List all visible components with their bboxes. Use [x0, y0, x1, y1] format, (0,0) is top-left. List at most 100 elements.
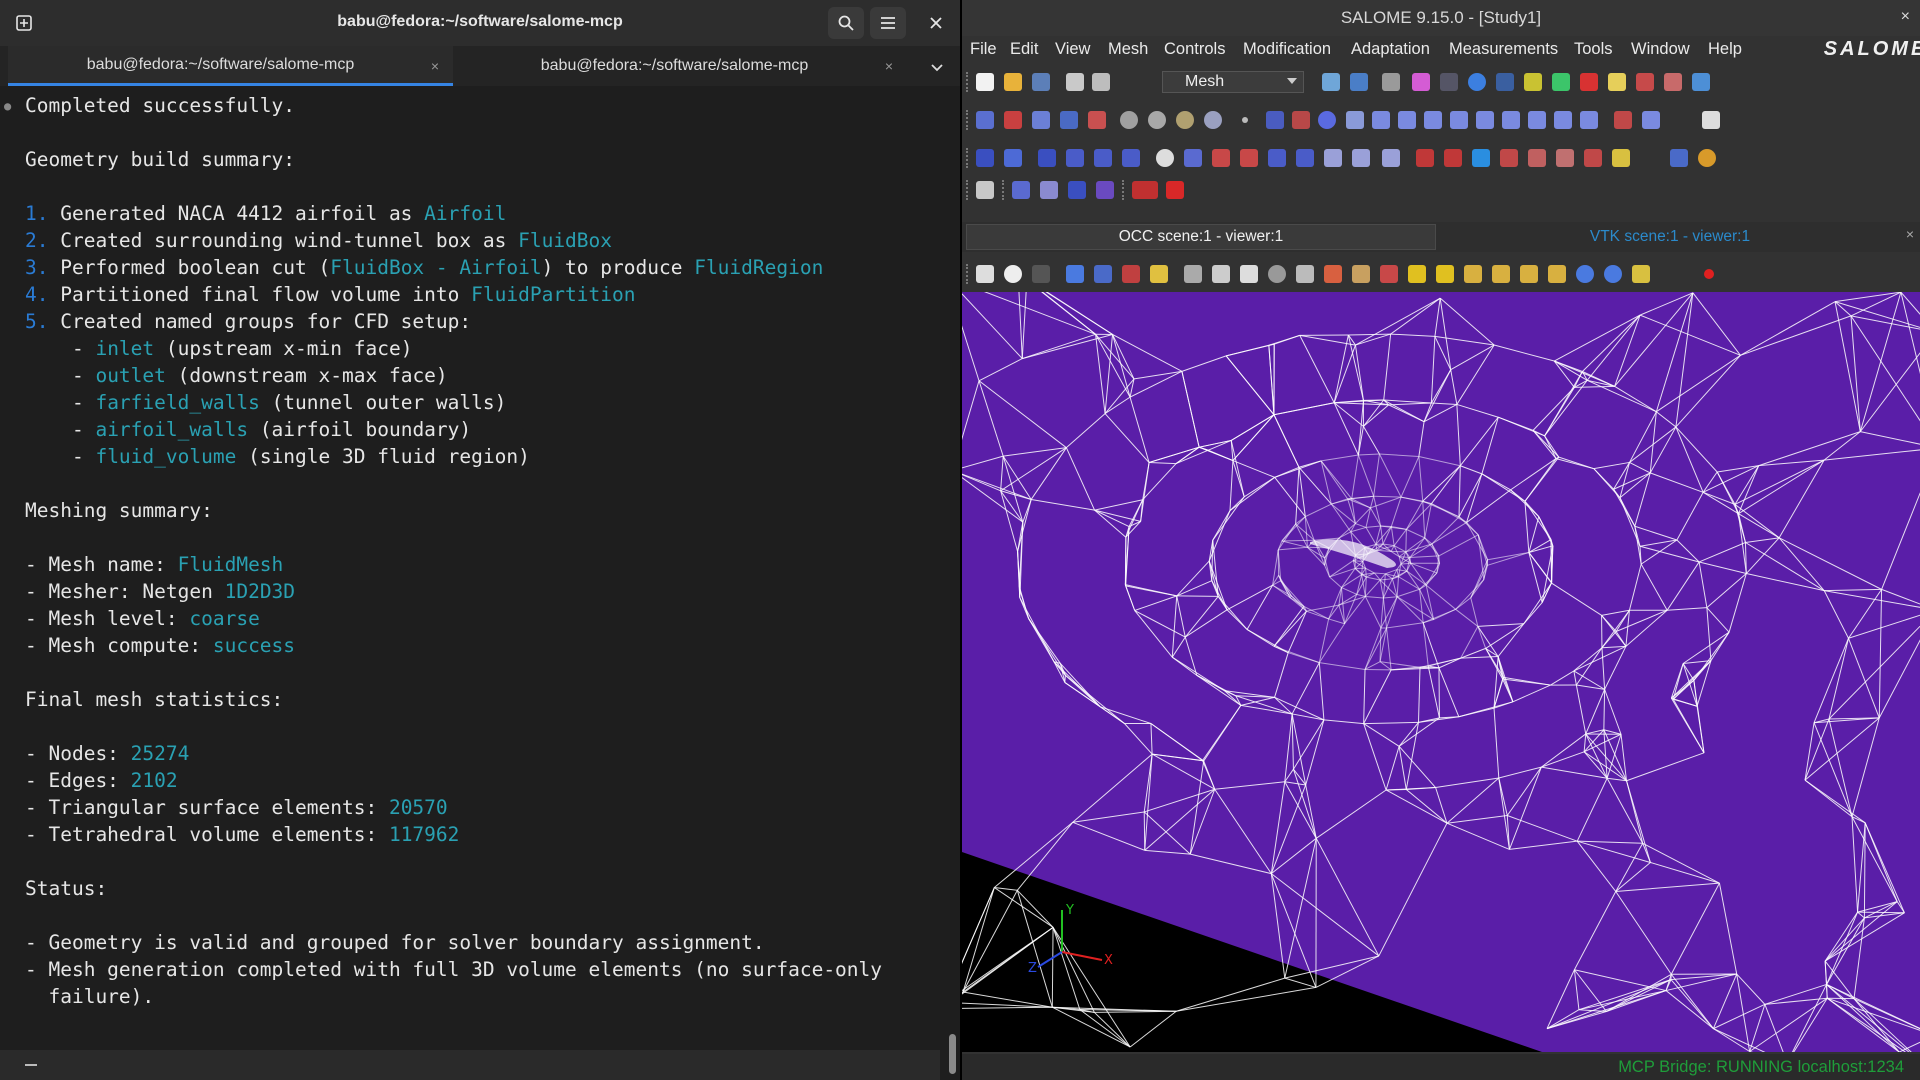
tool-pink-icon[interactable]	[1664, 73, 1682, 91]
terminal-scrollbar-thumb[interactable]	[949, 1034, 956, 1074]
terminal-input-area[interactable]	[0, 1050, 940, 1080]
pan-icon[interactable]	[1296, 265, 1314, 283]
polygon-icon[interactable]	[1424, 111, 1442, 129]
close-study-icon[interactable]	[1350, 73, 1368, 91]
left-view-icon[interactable]	[1520, 265, 1538, 283]
ball-element-icon[interactable]	[1292, 111, 1310, 129]
menu-icon[interactable]	[870, 7, 906, 39]
renumber-icon[interactable]	[1500, 149, 1518, 167]
terminal-tab-2[interactable]: babu@fedora:~/software/salome-mcp ×	[462, 46, 907, 86]
menu-controls[interactable]: Controls	[1164, 40, 1225, 59]
cut-groups-icon[interactable]	[1122, 149, 1140, 167]
zero-d-element-icon[interactable]	[1266, 111, 1284, 129]
menu-modification[interactable]: Modification	[1243, 40, 1331, 59]
open-folder-icon[interactable]	[1004, 73, 1022, 91]
module-selector[interactable]: Mesh	[1162, 71, 1304, 93]
back-view-icon[interactable]	[1436, 265, 1454, 283]
menu-tools[interactable]: Tools	[1574, 40, 1613, 59]
create-mesh-icon[interactable]	[976, 111, 994, 129]
toolbar-grip[interactable]	[1002, 180, 1008, 200]
compute-icon[interactable]	[1060, 111, 1078, 129]
trihedron-icon[interactable]	[1184, 265, 1202, 283]
paravis-icon[interactable]	[1552, 73, 1570, 91]
gear-icon[interactable]	[1148, 111, 1166, 129]
translation-icon[interactable]	[1212, 149, 1230, 167]
selection-icon[interactable]	[1066, 265, 1084, 283]
homard-icon[interactable]	[1040, 181, 1058, 199]
smooth-icon[interactable]	[1156, 149, 1174, 167]
cube-icon[interactable]	[1472, 149, 1490, 167]
remove-nodes-icon[interactable]	[1416, 149, 1434, 167]
create-submesh-icon[interactable]	[1004, 111, 1022, 129]
bottom-view-icon[interactable]	[1492, 265, 1510, 283]
fit-area-icon[interactable]	[1212, 265, 1230, 283]
split-icon[interactable]	[1324, 149, 1342, 167]
occ-viewer-canvas[interactable]: Y X Z	[962, 292, 1920, 1052]
menu-help[interactable]: Help	[1708, 40, 1742, 59]
menu-adaptation[interactable]: Adaptation	[1351, 40, 1430, 59]
menu-window[interactable]: Window	[1631, 40, 1690, 59]
gear-icon[interactable]	[1204, 111, 1222, 129]
dump-view-icon[interactable]	[976, 265, 994, 283]
tab-vtk-viewer[interactable]: VTK scene:1 - viewer:1	[1440, 224, 1900, 250]
rotate-counterclockwise-icon[interactable]	[1576, 265, 1594, 283]
fit-all-icon[interactable]	[1004, 265, 1022, 283]
pyramid-icon[interactable]	[1528, 111, 1546, 129]
quadratic-edge-icon[interactable]	[1614, 111, 1632, 129]
paste-icon[interactable]	[1092, 73, 1110, 91]
top-view-icon[interactable]	[1464, 265, 1482, 283]
select-edges-icon[interactable]	[1122, 265, 1140, 283]
scale-icon[interactable]	[1296, 149, 1314, 167]
tetrahedron-icon[interactable]	[1450, 111, 1468, 129]
edit-mesh-icon[interactable]	[1032, 111, 1050, 129]
close-icon[interactable]: ×	[1901, 8, 1910, 26]
union-groups-icon[interactable]	[1066, 149, 1084, 167]
menu-measurements[interactable]: Measurements	[1449, 40, 1558, 59]
convert-icon[interactable]	[1584, 149, 1602, 167]
merge-icon[interactable]	[1352, 149, 1370, 167]
polyhedron-icon[interactable]	[1580, 111, 1598, 129]
color-scale-icon[interactable]	[1412, 73, 1430, 91]
sphere-icon[interactable]	[1318, 111, 1336, 129]
save-icon[interactable]	[1032, 73, 1050, 91]
gear-icon[interactable]	[1120, 111, 1138, 129]
select-points-icon[interactable]	[1094, 265, 1112, 283]
menu-file[interactable]: File	[970, 40, 997, 59]
rotation-point-icon[interactable]	[1380, 265, 1398, 283]
tab-close-icon[interactable]: ×	[431, 58, 439, 74]
gear-icon[interactable]	[1176, 111, 1194, 129]
pattern-icon[interactable]	[1612, 149, 1630, 167]
tool-red-icon[interactable]	[1636, 73, 1654, 91]
quadrangle-icon[interactable]	[1398, 111, 1416, 129]
toolbar-grip[interactable]	[966, 110, 972, 130]
menu-view[interactable]: View	[1055, 40, 1090, 59]
evaluate-icon[interactable]	[1088, 111, 1106, 129]
geometry-icon[interactable]	[1468, 73, 1486, 91]
hexahedron-icon[interactable]	[1476, 111, 1494, 129]
terminal-scrollbar[interactable]	[940, 92, 960, 1080]
global-pan-icon[interactable]	[1324, 265, 1342, 283]
adapt-boundary-icon[interactable]	[1096, 181, 1114, 199]
group-on-geometry-icon[interactable]	[1004, 149, 1022, 167]
terminal-tab-1[interactable]: babu@fedora:~/software/salome-mcp ×	[8, 46, 453, 86]
record-icon[interactable]	[1704, 269, 1714, 279]
chevron-down-icon[interactable]	[930, 60, 944, 78]
adapt-icon[interactable]	[1012, 181, 1030, 199]
edge-icon[interactable]	[1346, 111, 1364, 129]
new-document-icon[interactable]	[976, 73, 994, 91]
zoom-icon[interactable]	[1268, 265, 1286, 283]
smesh-icon[interactable]	[1496, 73, 1514, 91]
pentahedron-icon[interactable]	[1502, 111, 1520, 129]
menu-edit[interactable]: Edit	[1010, 40, 1038, 59]
refresh-icon[interactable]	[1698, 149, 1716, 167]
intersect-groups-icon[interactable]	[1094, 149, 1112, 167]
search-icon[interactable]	[828, 7, 864, 39]
yacs-icon[interactable]	[1580, 73, 1598, 91]
adapt-uniform-icon[interactable]	[1068, 181, 1086, 199]
mesh-module-icon[interactable]	[1382, 73, 1400, 91]
toolbar-grip[interactable]	[966, 180, 972, 200]
fit-selection-icon[interactable]	[1240, 265, 1258, 283]
select-faces-icon[interactable]	[1150, 265, 1168, 283]
tool-blue-icon[interactable]	[1692, 73, 1710, 91]
close-viewer-icon[interactable]: ×	[1906, 226, 1914, 242]
